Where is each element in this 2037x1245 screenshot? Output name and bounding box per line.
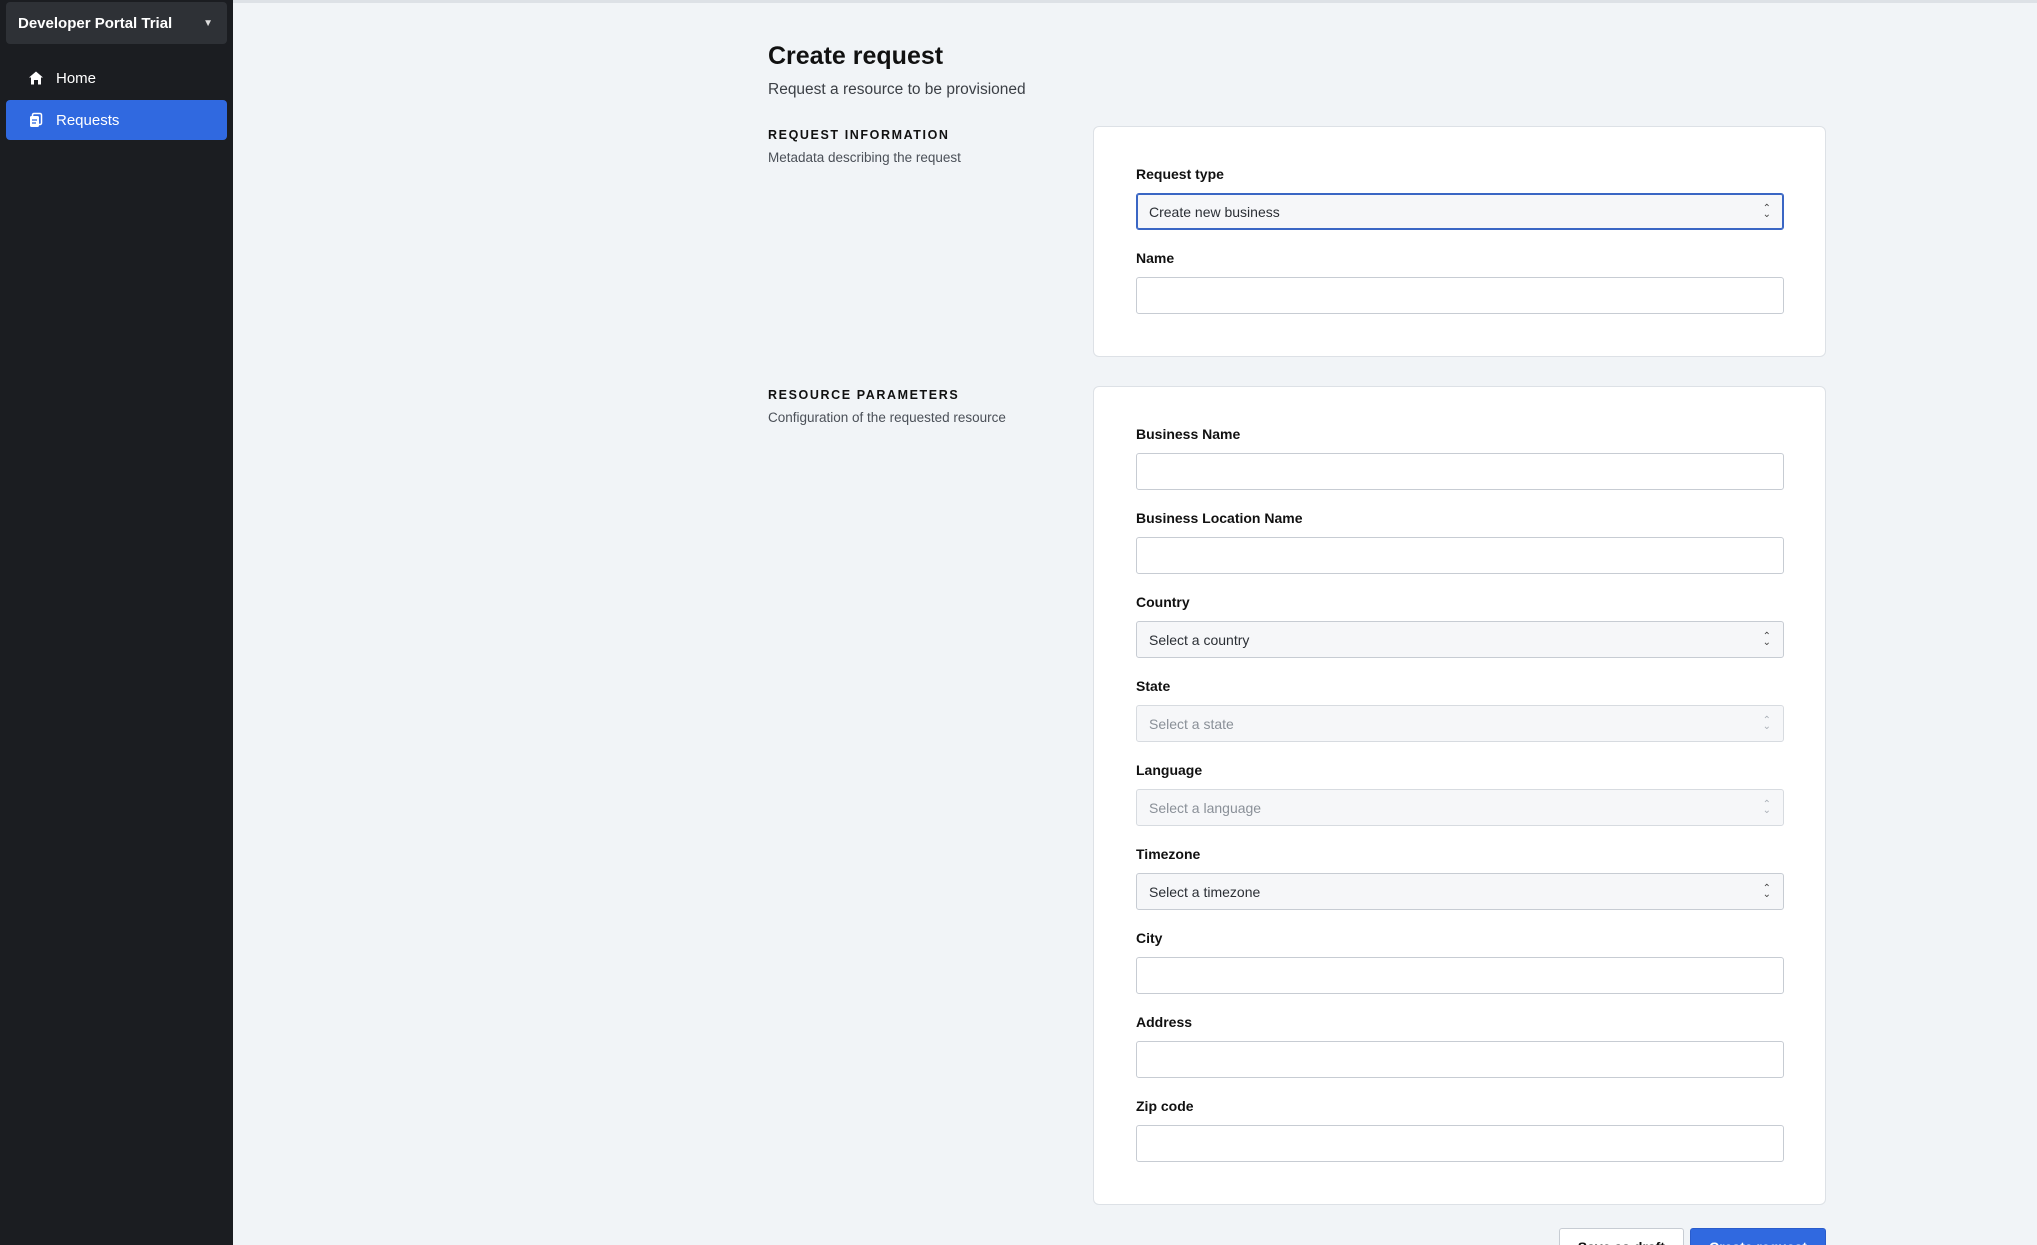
- business-name-label: Business Name: [1136, 426, 1241, 442]
- state-label: State: [1136, 678, 1171, 694]
- sidebar-nav: Home Requests: [6, 58, 227, 140]
- timezone-label: Timezone: [1136, 846, 1201, 862]
- save-as-draft-button[interactable]: Save as draft: [1558, 1228, 1684, 1245]
- top-divider: [233, 0, 2037, 3]
- zip-code-input[interactable]: [1136, 1125, 1784, 1162]
- request-type-value: Create new business: [1149, 203, 1280, 220]
- workspace-switcher[interactable]: Developer Portal Trial ▼: [6, 2, 227, 44]
- section-heading: REQUEST INFORMATION: [768, 128, 950, 142]
- zip-code-label: Zip code: [1136, 1098, 1194, 1114]
- resource-parameters-card: Business Name Business Location Name Cou…: [1093, 386, 1826, 1205]
- business-location-input[interactable]: [1136, 537, 1784, 574]
- zip-code-field: Zip code: [1136, 1098, 1784, 1162]
- business-name-input[interactable]: [1136, 453, 1784, 490]
- select-chevron-icon: ⌃ ⌄: [1762, 630, 1771, 648]
- page-subtitle: Request a resource to be provisioned: [768, 81, 1026, 98]
- timezone-value: Select a timezone: [1149, 883, 1261, 900]
- section-description: Metadata describing the request: [768, 150, 961, 165]
- city-field: City: [1136, 930, 1784, 994]
- timezone-field: Timezone Select a timezone ⌃ ⌄: [1136, 846, 1784, 910]
- city-label: City: [1136, 930, 1163, 946]
- section-heading: RESOURCE PARAMETERS: [768, 388, 960, 402]
- timezone-select[interactable]: Select a timezone ⌃ ⌄: [1136, 873, 1784, 910]
- business-location-label: Business Location Name: [1136, 510, 1303, 526]
- language-label: Language: [1136, 762, 1203, 778]
- state-field: State Select a state ⌃ ⌄: [1136, 678, 1784, 742]
- section-description: Configuration of the requested resource: [768, 410, 1006, 425]
- name-input[interactable]: [1136, 277, 1784, 314]
- request-type-label: Request type: [1136, 166, 1224, 182]
- form-actions: Save as draft Create request: [768, 1228, 1826, 1245]
- select-chevron-icon: ⌃ ⌄: [1762, 202, 1771, 220]
- resource-parameters-section: RESOURCE PARAMETERS Configuration of the…: [768, 386, 1826, 1205]
- sidebar-item-label: Requests: [56, 111, 120, 129]
- country-value: Select a country: [1149, 631, 1250, 648]
- state-select[interactable]: Select a state ⌃ ⌄: [1136, 705, 1784, 742]
- state-value: Select a state: [1149, 715, 1234, 732]
- address-input[interactable]: [1136, 1041, 1784, 1078]
- app-root: Developer Portal Trial ▼ Home Requests C…: [0, 0, 2037, 1245]
- request-information-section: REQUEST INFORMATION Metadata describing …: [768, 126, 1826, 357]
- country-select[interactable]: Select a country ⌃ ⌄: [1136, 621, 1784, 658]
- address-label: Address: [1136, 1014, 1193, 1030]
- sidebar-item-requests[interactable]: Requests: [6, 100, 227, 140]
- sidebar: Developer Portal Trial ▼ Home Requests: [0, 0, 233, 1245]
- home-icon: [28, 70, 44, 86]
- main-area: Create request Request a resource to be …: [233, 0, 2037, 1245]
- request-information-card: Request type Create new business ⌃ ⌄ Name: [1093, 126, 1826, 357]
- select-chevron-icon: ⌃ ⌄: [1762, 882, 1771, 900]
- requests-icon: [28, 112, 44, 128]
- section-info: RESOURCE PARAMETERS Configuration of the…: [768, 386, 1093, 1205]
- request-type-field: Request type Create new business ⌃ ⌄: [1136, 166, 1784, 230]
- language-select[interactable]: Select a language ⌃ ⌄: [1136, 789, 1784, 826]
- caret-down-icon: ▼: [203, 17, 213, 29]
- name-label: Name: [1136, 250, 1175, 266]
- sidebar-item-label: Home: [56, 69, 97, 87]
- business-location-field: Business Location Name: [1136, 510, 1784, 574]
- page-content: Create request Request a resource to be …: [768, 42, 1826, 1245]
- language-field: Language Select a language ⌃ ⌄: [1136, 762, 1784, 826]
- country-field: Country Select a country ⌃ ⌄: [1136, 594, 1784, 658]
- workspace-name: Developer Portal Trial: [18, 14, 173, 32]
- name-field: Name: [1136, 250, 1784, 314]
- request-type-select[interactable]: Create new business ⌃ ⌄: [1136, 193, 1784, 230]
- language-value: Select a language: [1149, 799, 1262, 816]
- city-input[interactable]: [1136, 957, 1784, 994]
- address-field: Address: [1136, 1014, 1784, 1078]
- sidebar-item-home[interactable]: Home: [6, 58, 227, 98]
- create-request-button[interactable]: Create request: [1689, 1228, 1826, 1245]
- business-name-field: Business Name: [1136, 426, 1784, 490]
- select-chevron-icon: ⌃ ⌄: [1762, 714, 1771, 732]
- select-chevron-icon: ⌃ ⌄: [1762, 798, 1771, 816]
- section-info: REQUEST INFORMATION Metadata describing …: [768, 126, 1093, 357]
- country-label: Country: [1136, 594, 1190, 610]
- page-title: Create request: [768, 42, 944, 70]
